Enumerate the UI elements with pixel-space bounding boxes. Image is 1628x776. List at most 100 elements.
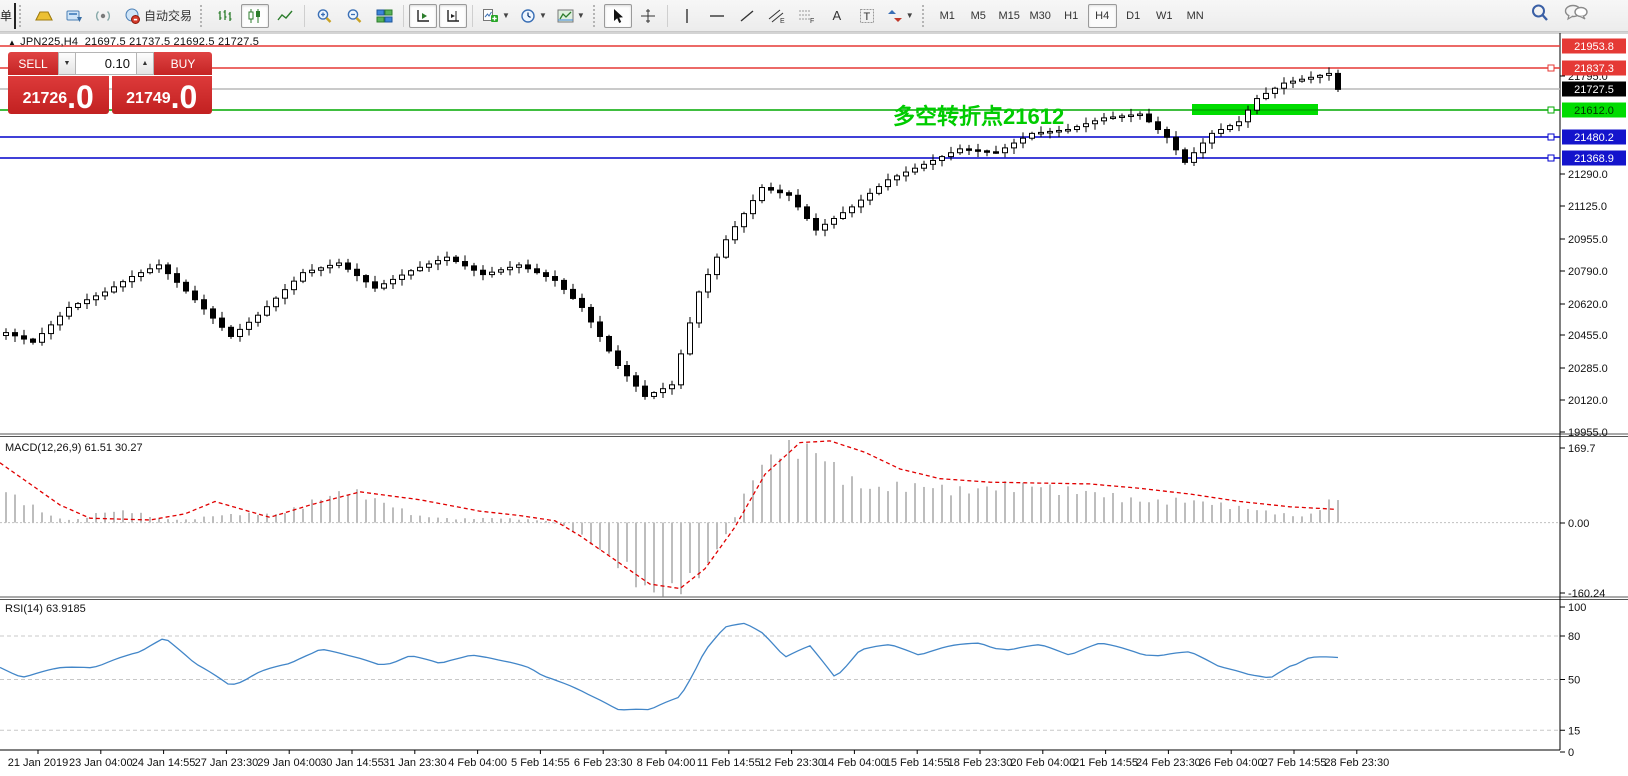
candle-body (337, 263, 342, 265)
history-upload-icon[interactable] (60, 4, 88, 28)
toolbar-grip (922, 5, 929, 27)
candle-body (1228, 126, 1233, 130)
candle-body (742, 214, 747, 227)
candle-body (1075, 127, 1080, 130)
candle-body (148, 269, 153, 273)
rsi-tick-label: 80 (1568, 631, 1580, 643)
cursor-tool[interactable] (604, 4, 632, 28)
toolbar-separator (403, 5, 404, 27)
autotrading-button[interactable]: 自动交易 (120, 4, 196, 28)
timeframe-h1[interactable]: H1 (1057, 4, 1086, 28)
candle-body (211, 309, 216, 318)
volume-decrease-button[interactable]: ▼ (58, 52, 76, 75)
candle-body (1066, 130, 1071, 132)
rsi-label: RSI(14) 63.9185 (5, 603, 86, 615)
candle-body (706, 275, 711, 292)
time-tick-label: 14 Feb 04:00 (822, 757, 887, 769)
candle-body (40, 334, 45, 343)
sell-price[interactable]: 21726.0 (8, 76, 109, 114)
toolbar-separator (472, 5, 473, 27)
line-handle[interactable] (1548, 134, 1554, 140)
buy-price[interactable]: 21749.0 (112, 76, 213, 114)
timeframe-m5[interactable]: M5 (964, 4, 993, 28)
candle-body (1282, 83, 1287, 88)
candle-body (319, 268, 324, 270)
sell-button[interactable]: SELL (8, 52, 58, 75)
chart-canvas[interactable]: MACD(12,26,9) 61.51 30.27RSI(14) 63.9185… (0, 0, 1628, 776)
candle-body (967, 149, 972, 151)
candle-body (607, 336, 612, 351)
label-tool[interactable]: T (853, 4, 881, 28)
crosshair-tool[interactable] (634, 4, 662, 28)
timeframe-d1[interactable]: D1 (1119, 4, 1148, 28)
candle-body (283, 290, 288, 299)
chart-shift-icon[interactable] (409, 4, 437, 28)
timeframe-m30[interactable]: M30 (1026, 4, 1055, 28)
timeframe-mn[interactable]: MN (1181, 4, 1210, 28)
zoom-in-icon[interactable] (310, 4, 338, 28)
volume-increase-button[interactable]: ▲ (136, 52, 154, 75)
candle-body (958, 149, 963, 153)
line-handle[interactable] (1548, 155, 1554, 161)
candle-body (1174, 137, 1179, 150)
template-button[interactable]: ▼ (553, 4, 589, 28)
candle-body (310, 270, 315, 272)
fibonacci-tool[interactable]: F (793, 4, 821, 28)
line-handle[interactable] (1548, 107, 1554, 113)
candle-body (292, 281, 297, 290)
timeframe-m15[interactable]: M15 (995, 4, 1024, 28)
candle-body (1021, 138, 1026, 143)
candle-body (1237, 122, 1242, 126)
horizontal-line-tool[interactable] (703, 4, 731, 28)
candle-body (1003, 148, 1008, 153)
candle-body (877, 187, 882, 194)
candle-body (481, 270, 486, 274)
gold-ingot-icon[interactable] (30, 4, 58, 28)
add-indicator-button[interactable]: ▼ (478, 4, 514, 28)
new-order-button[interactable]: 单 (0, 3, 16, 29)
candle-body (1246, 110, 1251, 122)
equidistant-channel-tool[interactable]: E (763, 4, 791, 28)
line-handle[interactable] (1548, 65, 1554, 71)
search-icon[interactable] (1530, 3, 1550, 23)
timeframe-group: M1M5M15M30H1H4D1W1MN (932, 4, 1211, 28)
candle-body (1327, 73, 1332, 75)
vertical-line-tool[interactable] (673, 4, 701, 28)
candle-body (841, 213, 846, 219)
candle-body (1264, 93, 1269, 98)
timeframe-m1[interactable]: M1 (933, 4, 962, 28)
tile-windows-icon[interactable] (370, 4, 398, 28)
candle-body (355, 269, 360, 275)
candle-body (247, 322, 252, 329)
clock-icon (520, 8, 536, 24)
candle-body (1030, 133, 1035, 138)
timeframe-h4[interactable]: H4 (1088, 4, 1117, 28)
candle-body (688, 323, 693, 354)
auto-scroll-icon[interactable] (439, 4, 467, 28)
price-tick-label: 20620.0 (1568, 299, 1608, 311)
pivot-annotation[interactable]: 多空转折点21612 (893, 99, 1064, 131)
buy-button[interactable]: BUY (154, 52, 212, 75)
candle-body (400, 275, 405, 279)
bar-chart-icon[interactable] (211, 4, 239, 28)
candle-body (580, 298, 585, 307)
candle-body (103, 292, 108, 296)
candle-body (301, 273, 306, 282)
candlestick-chart-icon[interactable] (241, 4, 269, 28)
periods-clock-button[interactable]: ▼ (516, 4, 551, 28)
text-tool[interactable]: A (823, 4, 851, 28)
candle-body (274, 298, 279, 307)
price-tick-label: 19955.0 (1568, 427, 1608, 439)
candle-body (904, 172, 909, 176)
candle-body (1012, 143, 1017, 148)
arrows-tool[interactable]: ▼ (883, 4, 918, 28)
zoom-out-icon[interactable] (340, 4, 368, 28)
trendline-tool[interactable] (733, 4, 761, 28)
candle-body (238, 329, 243, 336)
candle-body (94, 296, 99, 300)
chat-icon[interactable] (1564, 3, 1588, 23)
signal-icon[interactable] (90, 4, 118, 28)
line-chart-icon[interactable] (271, 4, 299, 28)
volume-input[interactable] (76, 52, 136, 75)
timeframe-w1[interactable]: W1 (1150, 4, 1179, 28)
